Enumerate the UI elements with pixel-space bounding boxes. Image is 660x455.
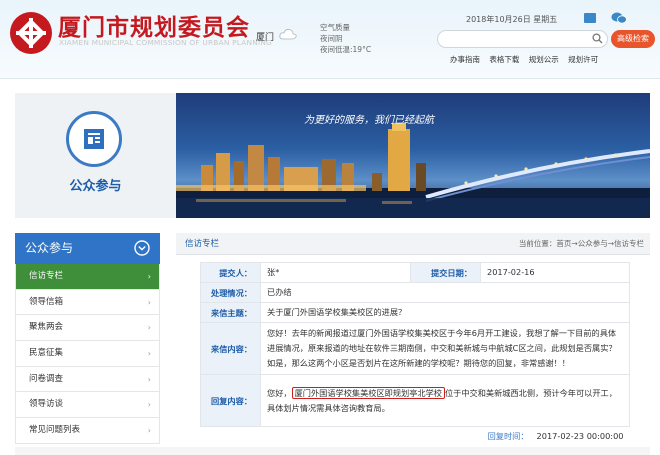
sidebar-title: 公众参与 (25, 241, 74, 255)
weather-info: 空气质量 夜间阴 夜间低温:19°C (320, 22, 371, 55)
breadcrumb[interactable]: 当前位置：首页→公众参与→信访专栏 (519, 233, 644, 255)
petition-detail-table: 提交人： 张* 提交日期： 2017-02-16 处理情况： 已办结 来信主题：… (200, 262, 630, 446)
status-value: 已办结 (260, 282, 630, 303)
reply-date-value: 2017-02-23 00:00:00 (536, 431, 624, 441)
document-icon (84, 129, 104, 149)
sidebar-item-survey[interactable]: 问卷调查 › (15, 366, 160, 393)
search-input[interactable] (437, 30, 608, 48)
reply-date-label: 回复时间： (487, 431, 529, 441)
advanced-search-button[interactable]: 高级检索 (611, 30, 655, 48)
sidebar-menu: 信访专栏 › 领导信箱 › 聚焦两会 › 民意征集 › 问卷调查 › 领导访谈 … (15, 264, 160, 444)
chevron-right-icon: › (147, 349, 151, 359)
banner-slogan: 为更好的服务，我们已经起航 (304, 115, 434, 126)
commission-logo-icon[interactable] (8, 10, 54, 56)
site-subtitle: XIAMEN MUNICIPAL COMMISSION OF URBAN PLA… (59, 38, 272, 47)
content-header: 信访专栏 当前位置：首页→公众参与→信访专栏 (176, 233, 650, 255)
letter-label: 来信内容： (200, 322, 261, 375)
subject-label: 来信主题： (200, 302, 261, 323)
submit-date-label: 提交日期： (410, 262, 481, 283)
night-temperature: 夜间低温:19°C (320, 45, 372, 54)
quick-link-publicity[interactable]: 规划公示 (529, 55, 559, 64)
chevron-down-icon[interactable] (134, 240, 150, 256)
site-title[interactable]: 厦门市规划委员会 (58, 8, 250, 42)
sidebar-item-label: 领导信箱 (29, 296, 64, 307)
status-label: 处理情况： (200, 282, 261, 303)
wechat-icon[interactable] (611, 12, 627, 24)
sidebar-item-label: 领导访谈 (29, 399, 64, 410)
submitter-value: 张* (260, 262, 411, 283)
sidebar-item-label: 民意征集 (29, 348, 64, 359)
quick-links: 办事指南 表格下载 规划公示 规划许可 (450, 54, 605, 65)
city-name: 厦门 (256, 33, 275, 43)
chevron-right-icon: › (147, 426, 151, 436)
search-icon[interactable] (592, 33, 603, 44)
chevron-right-icon: › (147, 272, 151, 281)
page: 厦门市规划委员会 XIAMEN MUNICIPAL COMMISSION OF … (0, 0, 660, 455)
submit-date-value: 2017-02-16 (480, 262, 630, 283)
chevron-right-icon: › (147, 400, 151, 410)
weather-condition: 夜间阴 (320, 34, 343, 43)
sidebar-item-label: 信访专栏 (29, 271, 64, 281)
chevron-right-icon: › (147, 323, 151, 333)
reply-highlight: 厦门外国语学校集美校区即规划亭北学校 (291, 386, 445, 399)
reply-date-row: 回复时间： 2017-02-23 00:00:00 (261, 427, 630, 447)
chevron-right-icon: › (147, 374, 151, 384)
city-night-banner: 为更好的服务，我们已经起航 (176, 93, 650, 218)
sidebar-item-faq[interactable]: 常见问题列表 › (15, 418, 160, 444)
sidebar-header[interactable]: 公众参与 (15, 233, 160, 264)
air-quality: 空气质量 (320, 23, 350, 32)
sidebar-item-two-sessions[interactable]: 聚焦两会 › (15, 315, 160, 342)
site-header: 厦门市规划委员会 XIAMEN MUNICIPAL COMMISSION OF … (0, 0, 660, 78)
quick-link-forms[interactable]: 表格下载 (489, 55, 519, 64)
chevron-right-icon: › (147, 297, 151, 307)
reply-greeting: 您好， (267, 387, 292, 398)
sidebar-item-petition[interactable]: 信访专栏 › (15, 264, 160, 290)
section-banner: 公众参与 (15, 93, 176, 218)
mail-icon[interactable] (584, 13, 596, 23)
letter-content: 您好！去年的新闻报道过厦门外国语学校集美校区于今年6月开工建设，我想了解一下目前… (260, 322, 630, 375)
sidebar-item-label: 常见问题列表 (29, 425, 81, 436)
content-section-title: 信访专栏 (185, 239, 220, 249)
section-banner-label: 公众参与 (69, 179, 122, 194)
reply-label: 回复内容： (200, 374, 261, 427)
quick-link-permits[interactable]: 规划许可 (568, 55, 598, 64)
reply-content: 您好， 厦门外国语学校集美校区即规划亭北学校 位于中交和美新城西北侧，预计今年可以开… (260, 374, 630, 427)
subject-value: 关于厦门外国语学校集美校区的进展？ (260, 302, 630, 323)
footer-strip (15, 447, 650, 455)
current-date: 2018年10月26日 星期五 (466, 15, 558, 24)
sidebar-item-opinion-collection[interactable]: 民意征集 › (15, 341, 160, 367)
sidebar-item-label: 聚焦两会 (29, 322, 64, 333)
quick-link-guide[interactable]: 办事指南 (450, 55, 480, 64)
header-divider (0, 78, 660, 79)
sidebar-item-leader-mailbox[interactable]: 领导信箱 › (15, 289, 160, 316)
sidebar-item-label: 问卷调查 (29, 373, 64, 384)
submitter-label: 提交人： (200, 262, 261, 283)
cloud-icon (279, 29, 297, 40)
sidebar-item-interviews[interactable]: 领导访谈 › (15, 392, 160, 419)
